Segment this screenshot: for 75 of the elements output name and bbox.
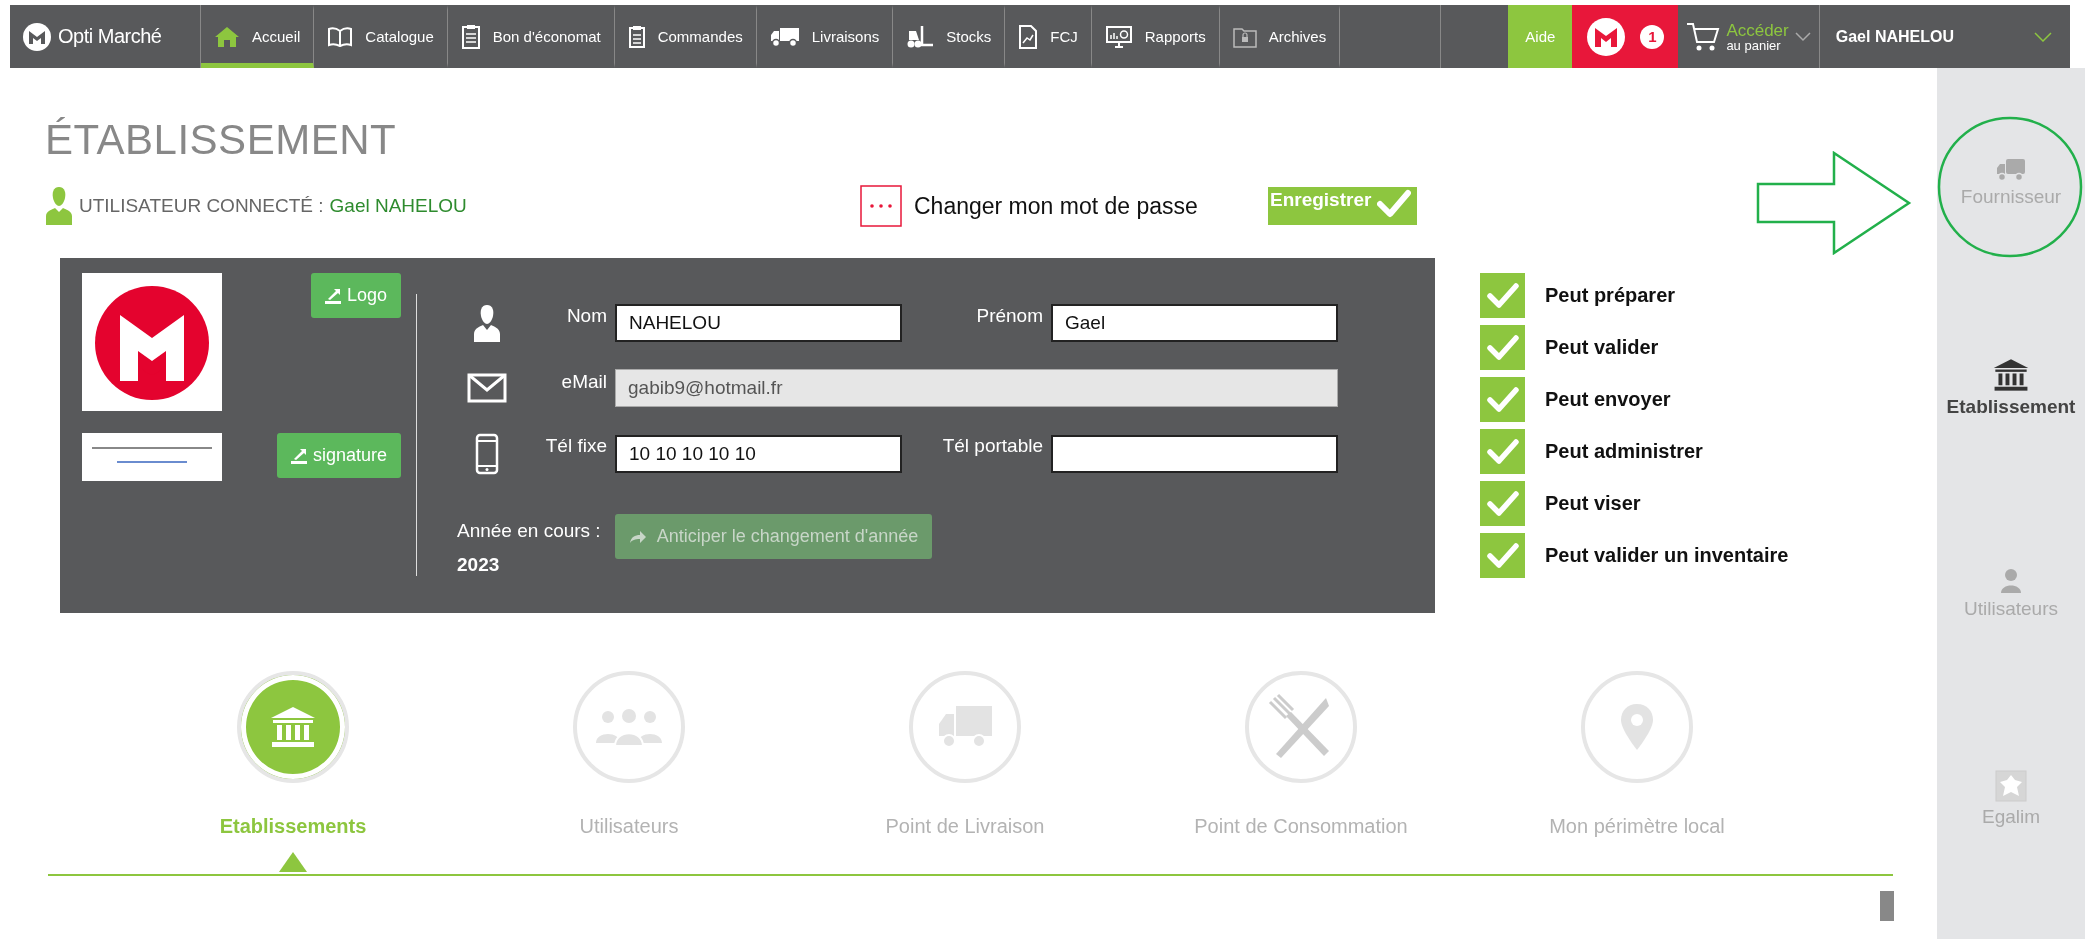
- bank-icon: [270, 706, 316, 748]
- nav-tab[interactable]: Stocks: [893, 5, 1006, 68]
- bank-icon: [1993, 358, 2029, 392]
- brand-name: Opti Marché: [58, 25, 162, 48]
- nav-tab[interactable]: Catalogue: [314, 5, 448, 68]
- map-pin-icon: [1619, 702, 1655, 752]
- upload-icon: [322, 286, 343, 305]
- sidebar-item[interactable]: Etablissement: [1946, 358, 2076, 418]
- checkmark-icon: [1377, 189, 1412, 219]
- forklift-icon: [906, 24, 935, 49]
- notifications-button[interactable]: 1: [1572, 5, 1679, 68]
- change-password-link[interactable]: Changer mon mot de passe: [860, 185, 1268, 227]
- permission-label: Peut envoyer: [1545, 388, 1671, 411]
- chart-document-icon: [1018, 24, 1039, 49]
- text-field[interactable]: [1051, 435, 1338, 473]
- field-label: Tél fixe: [544, 435, 607, 457]
- monitor-icon: [1104, 24, 1133, 49]
- field-label: Prénom: [975, 305, 1043, 327]
- chevron-down-icon: [1794, 31, 1811, 42]
- user-menu[interactable]: Gael NAHELOU: [1819, 5, 2070, 68]
- upload-icon: [288, 446, 309, 465]
- nav-tab[interactable]: Accueil: [201, 5, 315, 68]
- truck-icon: [769, 25, 800, 48]
- envelope-icon: [467, 373, 507, 403]
- truck-icon: [1996, 158, 2026, 182]
- clipboard-icon: [460, 23, 481, 50]
- permission-label: Peut viser: [1545, 492, 1641, 515]
- cart-icon: [1686, 20, 1721, 53]
- text-field[interactable]: 10 10 10 10 10: [615, 435, 902, 473]
- group-icon: [594, 707, 664, 747]
- connected-user-label: UTILISATEUR CONNECTÉ :: [79, 195, 324, 217]
- field-label: Tél portable: [941, 435, 1043, 457]
- brand-logo-icon: [22, 21, 52, 52]
- brand-logo-icon: [1586, 16, 1627, 57]
- cart-title: Accéder: [1726, 21, 1789, 39]
- cart-button[interactable]: Accéder au panier: [1678, 5, 1820, 68]
- badge-emblem-icon: [1995, 770, 2027, 802]
- permission-label: Peut administrer: [1545, 440, 1703, 463]
- checkbox[interactable]: [1480, 325, 1525, 370]
- nav-tab[interactable]: Commandes: [614, 5, 757, 68]
- text-field[interactable]: NAHELOU: [615, 304, 902, 342]
- field-label: eMail: [560, 371, 607, 393]
- connected-user-name: Gael NAHELOU: [329, 195, 467, 217]
- house-icon: [214, 24, 240, 49]
- scrollbar-thumb[interactable]: [1880, 891, 1894, 921]
- permission-label: Peut valider: [1545, 336, 1659, 359]
- password-dots-icon: [860, 185, 902, 227]
- cart-subtitle: au panier: [1726, 38, 1781, 52]
- book-icon: [327, 25, 354, 48]
- folder-lock-icon: [1232, 25, 1257, 48]
- year-value: 2023: [457, 554, 501, 576]
- nav-tab[interactable]: Bon d'économat: [447, 5, 615, 68]
- share-arrow-icon: [628, 529, 647, 544]
- nav-tab[interactable]: Livraisons: [756, 5, 894, 68]
- page-title: ÉTABLISSEMENT: [45, 116, 398, 164]
- chevron-down-icon: [2034, 31, 2052, 42]
- checkbox[interactable]: [1480, 481, 1525, 526]
- year-label: Année en cours :: [457, 520, 601, 542]
- notification-count: 1: [1640, 24, 1665, 49]
- text-field[interactable]: Gael: [1051, 304, 1338, 342]
- person-icon: [2000, 568, 2022, 594]
- nav-tab[interactable]: Rapports: [1091, 5, 1220, 68]
- phone-icon: [475, 433, 499, 475]
- person-icon: [472, 303, 502, 343]
- nav-tab[interactable]: FCJ: [1005, 5, 1092, 68]
- checkbox[interactable]: [1480, 429, 1525, 474]
- checkbox[interactable]: [1480, 533, 1525, 578]
- user-icon: [45, 186, 73, 226]
- permission-label: Peut préparer: [1545, 284, 1676, 307]
- checkbox[interactable]: [1480, 273, 1525, 318]
- checkbox[interactable]: [1480, 377, 1525, 422]
- field-label: Nom: [565, 305, 607, 327]
- clipboard-icon: [627, 24, 646, 49]
- permission-label: Peut valider un inventaire: [1545, 544, 1789, 567]
- nav-tab[interactable]: Archives: [1219, 5, 1341, 68]
